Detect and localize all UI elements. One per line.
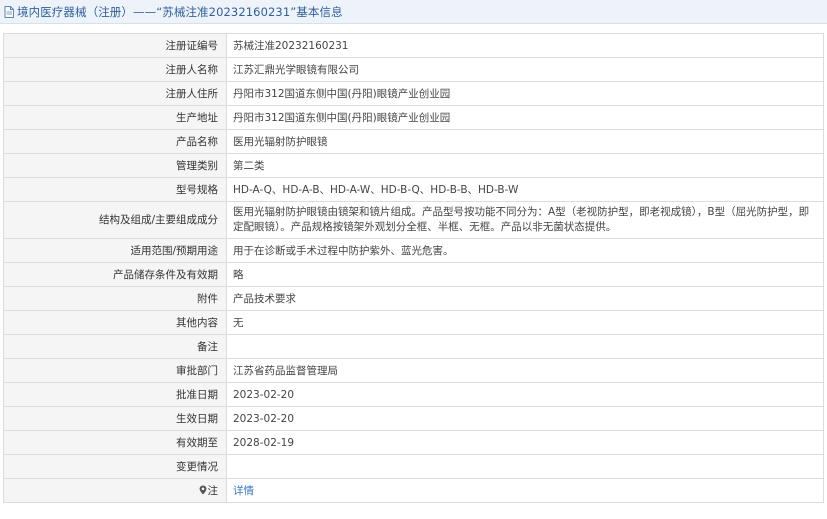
row-value <box>226 454 824 479</box>
row-label: 审批部门 <box>3 358 227 383</box>
row-value: 江苏省药品监督管理局 <box>226 358 824 383</box>
table-row: 有效期至 2028-02-19 <box>3 430 824 455</box>
row-value: 产品技术要求 <box>226 286 824 311</box>
row-label: 产品储存条件及有效期 <box>3 262 227 287</box>
detail-link[interactable]: 详情 <box>233 485 254 497</box>
row-label: 生产地址 <box>3 105 227 130</box>
row-value: 丹阳市312国道东侧中国(丹阳)眼镜产业创业园 <box>226 81 824 106</box>
row-label: 附件 <box>3 286 227 311</box>
row-value: 医用光辐射防护眼镜 <box>226 129 824 154</box>
row-label: 管理类别 <box>3 153 227 178</box>
note-label-cell: 注 <box>3 478 227 503</box>
table-row: 产品储存条件及有效期 略 <box>3 262 824 287</box>
page-title: 境内医疗器械（注册）——“苏械注准20232160231”基本信息 <box>17 4 343 19</box>
row-label: 其他内容 <box>3 310 227 335</box>
row-value: 2023-02-20 <box>226 406 824 431</box>
table-row: 变更情况 <box>3 454 824 479</box>
table-row: 产品名称 医用光辐射防护眼镜 <box>3 129 824 154</box>
row-label: 适用范围/预期用途 <box>3 238 227 263</box>
row-label: 型号规格 <box>3 177 227 202</box>
row-label: 备注 <box>3 334 227 359</box>
table-row: 注册证编号 苏械注准20232160231 <box>3 33 824 58</box>
row-value: 江苏汇鼎光学眼镜有限公司 <box>226 57 824 82</box>
table-row: 生效日期 2023-02-20 <box>3 406 824 431</box>
location-pin-icon <box>199 485 207 495</box>
table-row: 备注 <box>3 334 824 359</box>
row-value: HD-A-Q、HD-A-B、HD-A-W、HD-B-Q、HD-B-B、HD-B-… <box>226 177 824 202</box>
row-value: 医用光辐射防护眼镜由镜架和镜片组成。产品型号按功能不同分为：A型（老视防护型，即… <box>226 201 824 239</box>
table-row: 结构及组成/主要组成成分 医用光辐射防护眼镜由镜架和镜片组成。产品型号按功能不同… <box>3 201 824 239</box>
table-row: 适用范围/预期用途 用于在诊断或手术过程中防护紫外、蓝光危害。 <box>3 238 824 263</box>
row-label: 有效期至 <box>3 430 227 455</box>
row-label: 结构及组成/主要组成成分 <box>3 201 227 239</box>
row-label: 批准日期 <box>3 382 227 407</box>
table-row: 生产地址 丹阳市312国道东侧中国(丹阳)眼镜产业创业园 <box>3 105 824 130</box>
page: 境内医疗器械（注册）——“苏械注准20232160231”基本信息 注册证编号 … <box>0 0 827 519</box>
row-label: 注册人住所 <box>3 81 227 106</box>
table-row: 附件 产品技术要求 <box>3 286 824 311</box>
page-header: 境内医疗器械（注册）——“苏械注准20232160231”基本信息 <box>0 0 827 24</box>
row-label: 注册证编号 <box>3 33 227 58</box>
row-value: 2023-02-20 <box>226 382 824 407</box>
table-row: 审批部门 江苏省药品监督管理局 <box>3 358 824 383</box>
row-value: 第二类 <box>226 153 824 178</box>
info-table: 注册证编号 苏械注准20232160231 注册人名称 江苏汇鼎光学眼镜有限公司… <box>3 33 824 503</box>
table-row: 其他内容 无 <box>3 310 824 335</box>
row-value: 略 <box>226 262 824 287</box>
row-value: 用于在诊断或手术过程中防护紫外、蓝光危害。 <box>226 238 824 263</box>
table-row: 管理类别 第二类 <box>3 153 824 178</box>
document-icon <box>4 5 14 18</box>
row-value: 2028-02-19 <box>226 430 824 455</box>
row-label: 注册人名称 <box>3 57 227 82</box>
row-value <box>226 334 824 359</box>
table-row: 注册人名称 江苏汇鼎光学眼镜有限公司 <box>3 57 824 82</box>
row-label: 注 <box>207 484 219 497</box>
row-label: 生效日期 <box>3 406 227 431</box>
row-value: 无 <box>226 310 824 335</box>
row-label: 产品名称 <box>3 129 227 154</box>
row-value: 详情 <box>226 478 824 503</box>
table-row: 批准日期 2023-02-20 <box>3 382 824 407</box>
table-row: 型号规格 HD-A-Q、HD-A-B、HD-A-W、HD-B-Q、HD-B-B、… <box>3 177 824 202</box>
table-row: 注册人住所 丹阳市312国道东侧中国(丹阳)眼镜产业创业园 <box>3 81 824 106</box>
row-value: 苏械注准20232160231 <box>226 33 824 58</box>
table-row: 注 详情 <box>3 478 824 503</box>
row-label: 变更情况 <box>3 454 227 479</box>
row-value: 丹阳市312国道东侧中国(丹阳)眼镜产业创业园 <box>226 105 824 130</box>
